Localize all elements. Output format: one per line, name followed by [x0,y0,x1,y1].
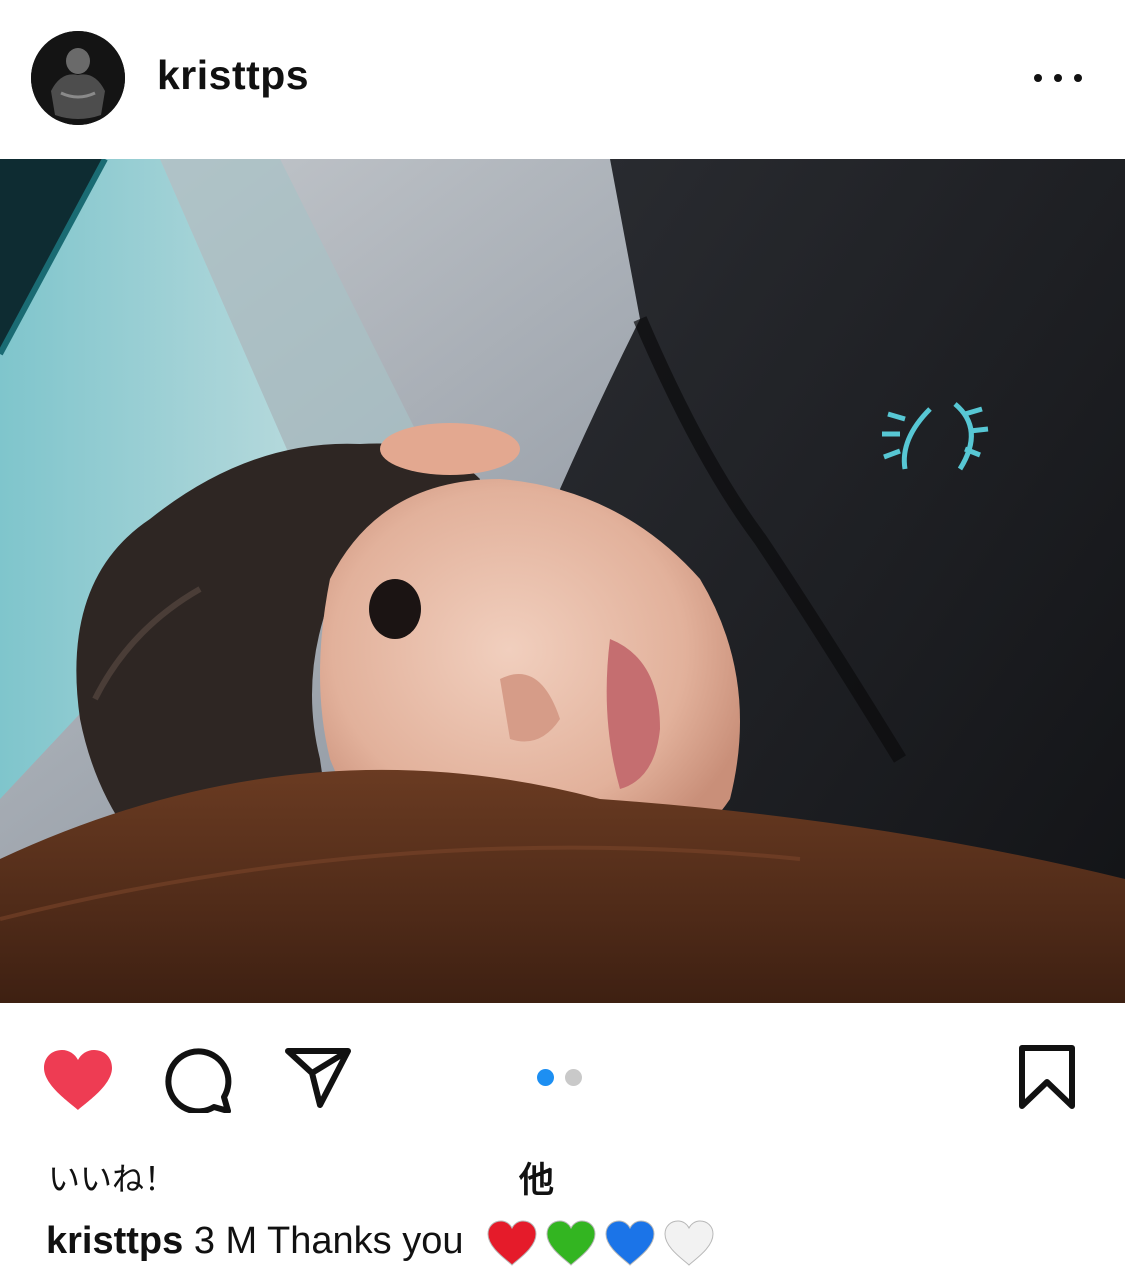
more-dot [1034,74,1042,82]
send-icon[interactable] [284,1047,352,1109]
likes-label: いいね！ [48,1160,177,1198]
post-header: kristtps [0,0,1125,158]
post-photo[interactable] [0,159,1125,1003]
avatar-image [31,31,125,125]
green-heart-emoji-icon [546,1220,596,1266]
carousel-indicator [537,1069,582,1086]
more-dot [1054,74,1062,82]
likes-summary[interactable]: いいね！ 他 [48,1152,648,1201]
likes-others: 他 [519,1161,555,1201]
more-dot [1074,74,1082,82]
caption-username[interactable]: kristtps [46,1220,183,1262]
post-username[interactable]: kristtps [157,52,309,99]
blue-heart-emoji-icon [605,1220,655,1266]
selfie-image [0,159,1125,1003]
caption-hearts [486,1219,715,1267]
comment-icon[interactable] [164,1047,232,1113]
carousel-dot-active [537,1069,554,1086]
caption-text: 3 M Thanks you [193,1220,464,1262]
profile-avatar[interactable] [31,31,125,125]
heart-filled-icon[interactable] [42,1048,114,1112]
post-caption: kristtps 3 M Thanks you [46,1216,715,1267]
post-actions [0,1003,1125,1143]
more-options-icon[interactable] [1034,64,1082,92]
white-heart-emoji-icon [664,1220,714,1266]
red-heart-emoji-icon [487,1220,537,1266]
carousel-dot [565,1069,582,1086]
bookmark-icon[interactable] [1018,1044,1076,1110]
